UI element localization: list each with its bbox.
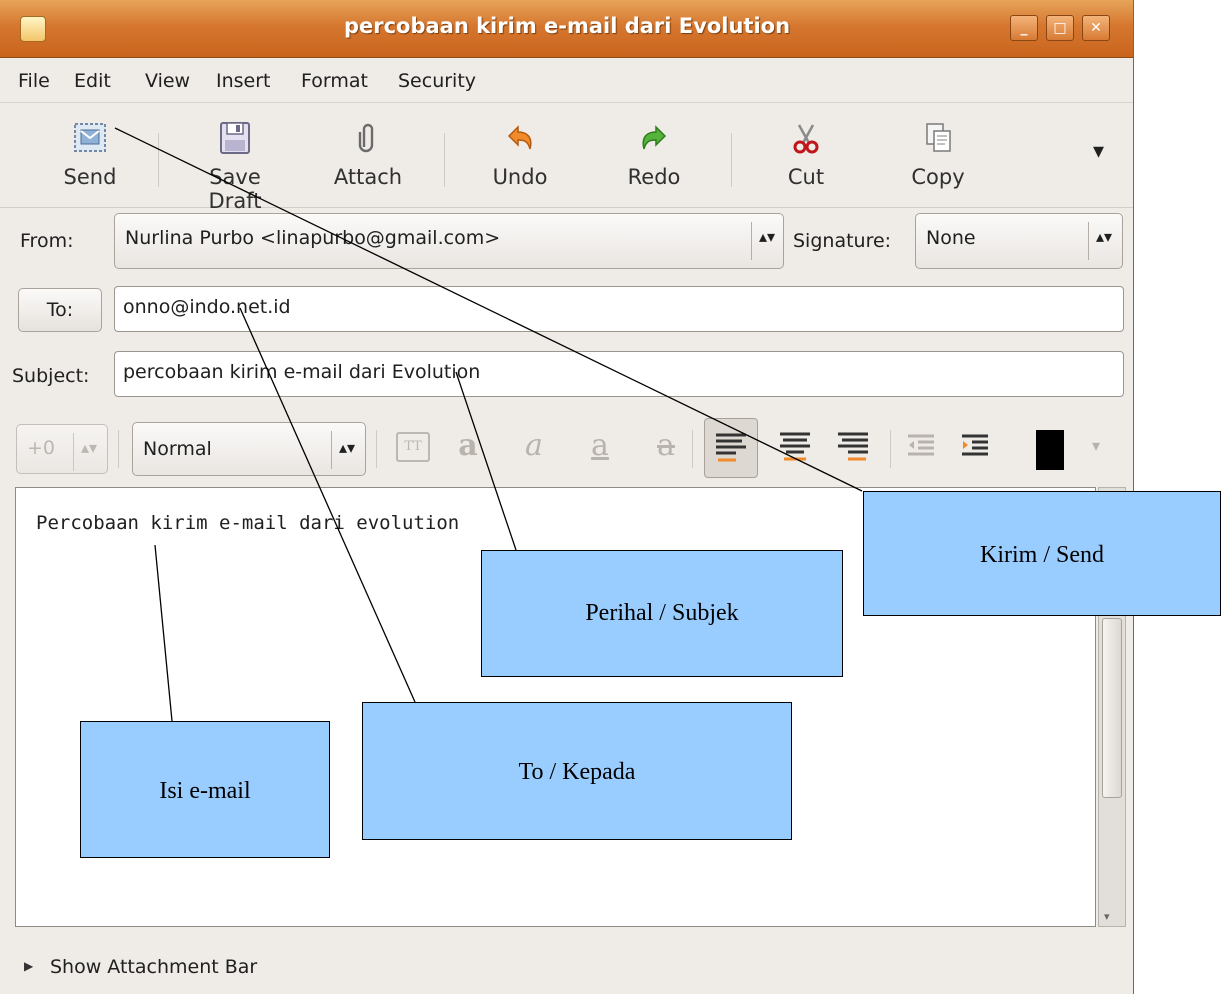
menu-format[interactable]: Format [301,70,368,92]
copy-icon [926,123,951,152]
signature-select[interactable]: None ▴▾ [915,213,1123,269]
format-toolbar: +0 ▴▾ Normal ▴▾ TT a a a a ▾ [0,410,1133,486]
scrollbar-thumb[interactable] [1102,618,1122,798]
status-bar: ▶ Show Attachment Bar [0,942,1133,994]
message-body-text: Percobaan kirim e-mail dari evolution [36,512,460,534]
send-label: Send [63,165,117,189]
toolbar-overflow-button[interactable]: ▾ [1093,139,1104,164]
callout-send: Kirim / Send [863,491,1221,616]
toolbar-separator [118,430,119,468]
from-label: From: [20,230,74,252]
to-button[interactable]: To: [18,288,102,332]
font-size-value: +0 [27,437,56,459]
text-color-swatch[interactable] [1036,430,1064,470]
callout-body: Isi e-mail [80,721,330,858]
expander-arrow-icon[interactable]: ▶ [24,959,33,973]
toolbar-separator [731,133,732,187]
minimize-button[interactable]: _ [1010,15,1038,41]
toolbar-separator [376,430,377,468]
menu-security[interactable]: Security [398,70,476,92]
menu-insert[interactable]: Insert [216,70,271,92]
underline-icon[interactable]: a [584,428,616,464]
callout-subject: Perihal / Subjek [481,550,843,677]
chevron-updown-icon: ▴▾ [759,227,776,246]
indent-icon[interactable] [960,432,990,462]
window-title: percobaan kirim e-mail dari Evolution [343,14,791,38]
signature-value: None [926,227,976,249]
combo-divider [331,431,332,469]
combo-divider [1088,222,1089,260]
chevron-down-icon[interactable]: ▾ [1092,436,1100,455]
menu-edit[interactable]: Edit [74,70,111,92]
subject-value: percobaan kirim e-mail dari Evolution [123,361,481,383]
chevron-updown-icon: ▴▾ [81,438,98,457]
floppy-icon [220,122,250,154]
send-icon [74,123,106,152]
chevron-updown-icon: ▴▾ [339,438,356,457]
callout-body-text: Isi e-mail [159,778,251,804]
paragraph-style-select[interactable]: Normal ▴▾ [132,422,366,476]
align-left-icon [716,433,746,462]
signature-label: Signature: [793,230,892,252]
combo-divider [751,222,752,260]
menu-bar: File Edit View Insert Format Security [0,58,1133,103]
from-value: Nurlina Purbo <linapurbo@gmail.com> [125,227,501,249]
copy-label: Copy [911,165,965,189]
save-draft-label: Save Draft [208,165,262,213]
monospace-icon[interactable]: TT [396,432,430,462]
main-toolbar: Send Save Draft Attach Undo Redo Cut Cop… [0,103,1133,213]
close-button[interactable]: ✕ [1082,15,1110,41]
strikethrough-icon[interactable]: a [650,428,682,464]
menu-file[interactable]: File [18,70,50,92]
show-attachment-bar-toggle[interactable]: Show Attachment Bar [50,956,257,978]
redo-arrow-icon [642,125,667,150]
save-draft-button[interactable]: Save Draft [189,113,281,213]
menu-view[interactable]: View [145,70,190,92]
scroll-down-arrow-icon[interactable]: ▾ [1104,910,1110,923]
align-center-icon[interactable] [778,430,812,464]
paperclip-icon [358,123,374,153]
align-right-icon[interactable] [836,430,870,464]
toolbar-separator [692,430,693,468]
maximize-button[interactable]: □ [1046,15,1074,41]
font-size-spinner[interactable]: +0 ▴▾ [16,424,108,474]
redo-button[interactable]: Redo [608,113,700,199]
from-select[interactable]: Nurlina Purbo <linapurbo@gmail.com> ▴▾ [114,213,784,269]
cut-button[interactable]: Cut [760,113,852,199]
to-value: onno@indo.net.id [123,296,291,318]
to-button-label: To: [46,299,74,321]
undo-button[interactable]: Undo [474,113,566,199]
attach-label: Attach [333,165,403,189]
toolbar-separator [158,133,159,187]
paragraph-style-value: Normal [143,438,212,460]
cut-label: Cut [787,165,825,189]
bold-icon[interactable]: a [452,428,484,464]
attach-button[interactable]: Attach [322,113,414,199]
send-button[interactable]: Send [44,113,136,199]
scissors-icon [793,124,819,154]
outdent-icon[interactable] [906,432,936,462]
align-left-button[interactable] [704,418,758,478]
callout-send-text: Kirim / Send [980,542,1104,568]
toolbar-separator [890,430,891,468]
undo-arrow-icon [507,125,532,150]
callout-to-text: To / Kepada [518,759,636,785]
subject-label: Subject: [12,365,90,387]
combo-divider [73,433,74,471]
italic-icon[interactable]: a [518,428,550,464]
subject-input[interactable]: percobaan kirim e-mail dari Evolution [114,351,1124,397]
toolbar-separator [444,133,445,187]
redo-label: Redo [627,165,681,189]
undo-label: Undo [492,165,548,189]
callout-to: To / Kepada [362,702,792,840]
callout-subject-text: Perihal / Subjek [585,600,739,626]
chevron-updown-icon: ▴▾ [1096,227,1113,246]
title-bar[interactable]: percobaan kirim e-mail dari Evolution _ … [0,0,1133,58]
to-input[interactable]: onno@indo.net.id [114,286,1124,332]
copy-button[interactable]: Copy [892,113,984,199]
